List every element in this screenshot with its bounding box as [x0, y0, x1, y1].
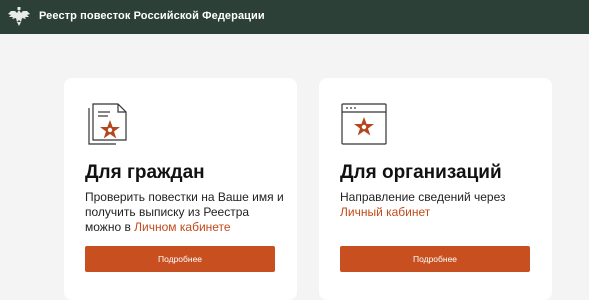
document-star-icon [88, 103, 127, 145]
organizations-details-button[interactable]: Подробнее [340, 246, 530, 272]
organizations-card: Для организаций Направление сведений чер… [319, 78, 552, 300]
organizations-card-description: Направление сведений через Личный кабине… [340, 190, 540, 220]
browser-window-star-icon [341, 103, 387, 145]
citizens-card-description: Проверить повестки на Ваше имя и получит… [85, 190, 285, 235]
header-title: Реестр повесток Российской Федерации [39, 10, 265, 22]
organizations-card-text: Направление сведений через [340, 190, 506, 204]
personal-cabinet-link[interactable]: Личный кабинет [340, 205, 430, 219]
citizens-card-title: Для граждан [85, 162, 205, 183]
double-headed-eagle-emblem-icon[interactable] [6, 4, 32, 30]
citizens-details-button[interactable]: Подробнее [85, 246, 275, 272]
personal-account-link[interactable]: Личном кабинете [134, 220, 230, 234]
top-header: Реестр повесток Российской Федерации [0, 0, 589, 34]
organizations-card-title: Для организаций [340, 162, 502, 183]
citizens-card: Для граждан Проверить повестки на Ваше и… [64, 78, 297, 300]
